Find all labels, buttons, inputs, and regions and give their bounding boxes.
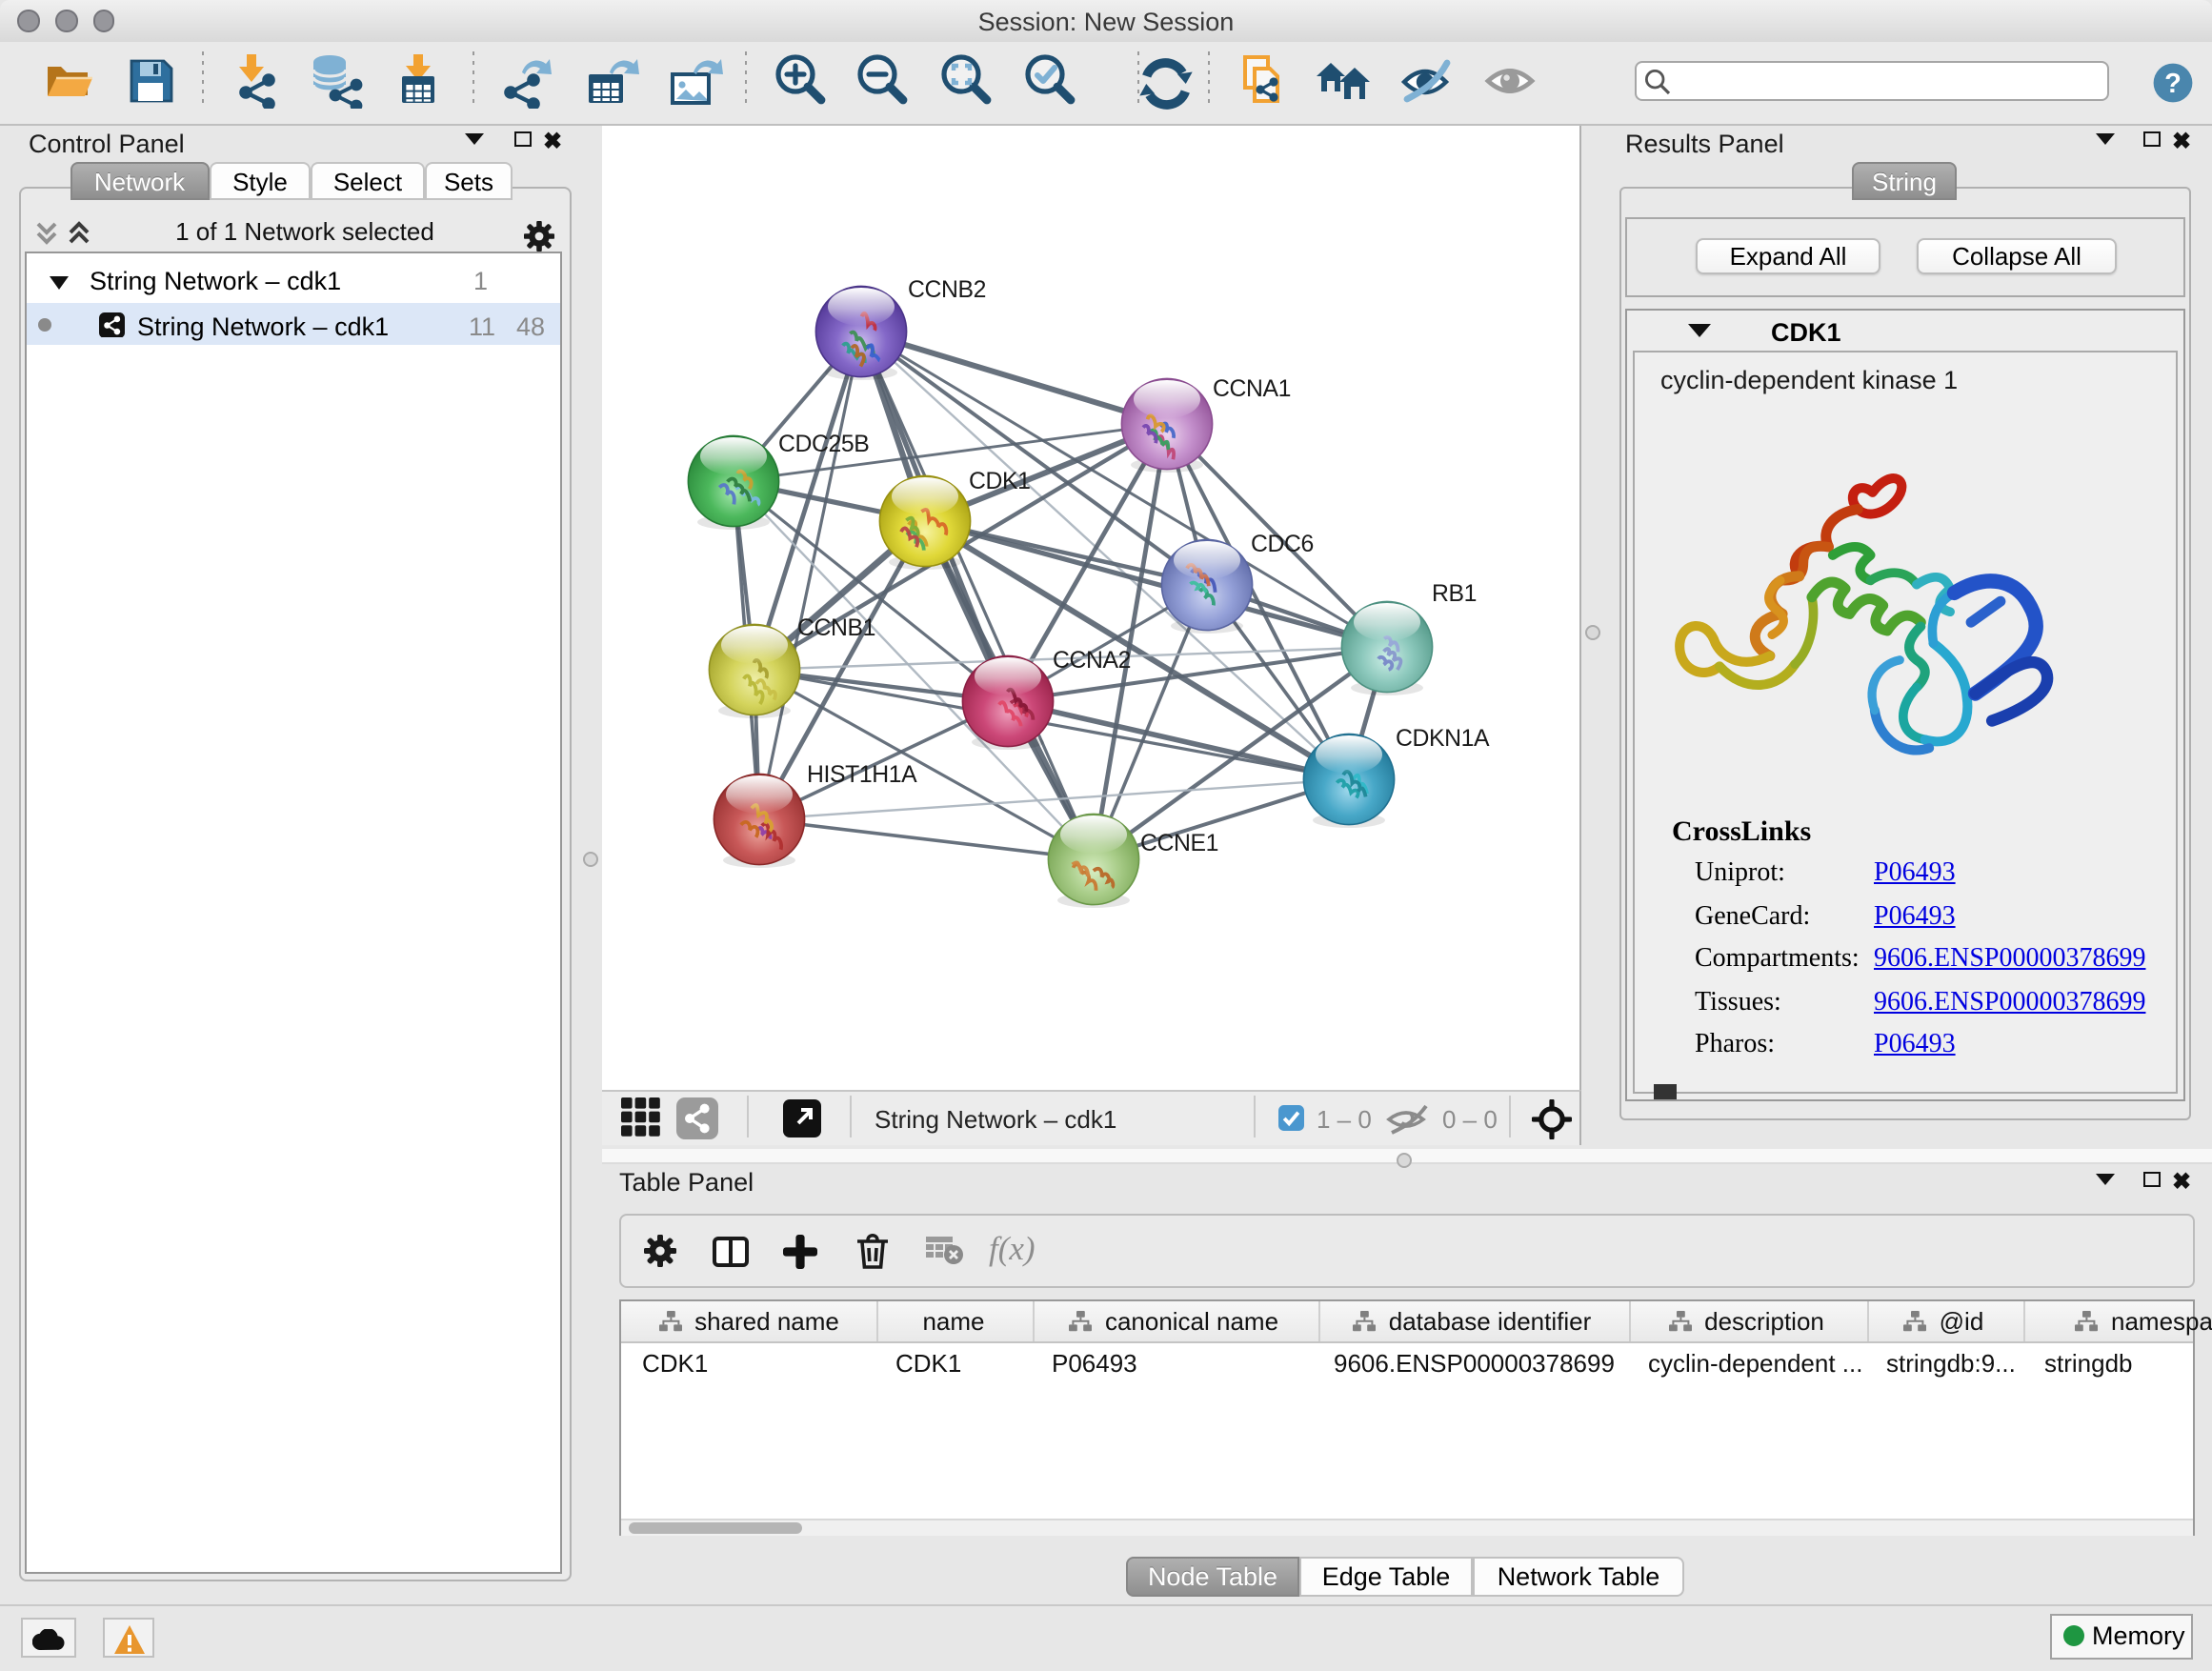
svg-text:CDK1: CDK1 [968, 468, 1030, 493]
svg-text:CCNA1: CCNA1 [1212, 375, 1290, 401]
svg-text:CCNB1: CCNB1 [796, 614, 875, 640]
svg-text:CCNA2: CCNA2 [1052, 647, 1130, 673]
svg-text:CCNE1: CCNE1 [1139, 830, 1217, 856]
svg-text:HIST1H1A: HIST1H1A [806, 761, 916, 787]
svg-text:CDKN1A: CDKN1A [1395, 725, 1489, 751]
svg-text:CCNB2: CCNB2 [907, 276, 985, 302]
svg-text:CDC6: CDC6 [1250, 531, 1313, 556]
svg-text:CDC25B: CDC25B [777, 431, 868, 456]
svg-text:?: ? [2163, 68, 2181, 98]
svg-text:RB1: RB1 [1431, 580, 1476, 606]
